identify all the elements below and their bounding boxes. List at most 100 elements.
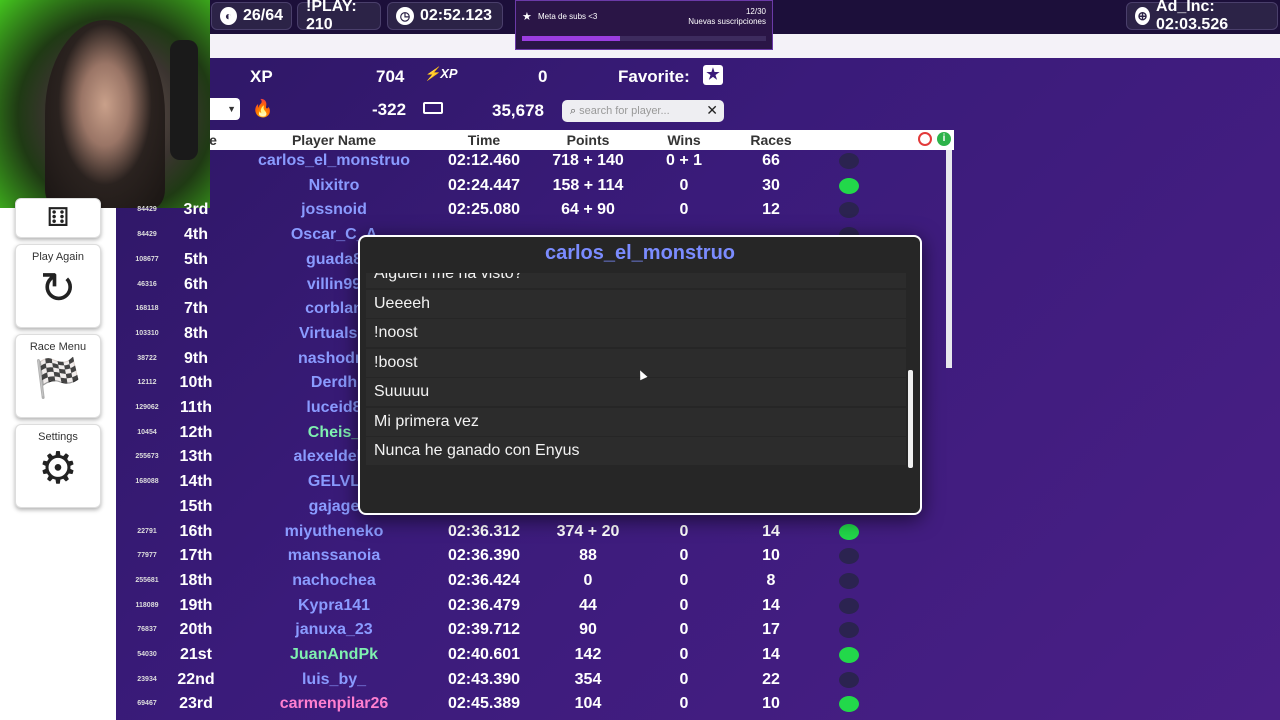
table-row[interactable]: 69467 23rd carmenpilar26 02:45.389 104 0 10 — [130, 693, 950, 717]
play-again-button[interactable]: Play Again ↻ — [15, 244, 101, 328]
table-row[interactable]: 77977 17th manssanoia 02:36.390 88 0 10 — [130, 545, 950, 569]
table-row[interactable]: Nixitro 02:24.447 158 + 114 0 30 — [130, 175, 950, 199]
row-player-name[interactable]: Kypra141 — [298, 597, 370, 615]
header-player[interactable]: Player Name — [292, 132, 376, 148]
row-rank: 17th — [179, 547, 213, 565]
play-value: !PLAY: 210 — [306, 0, 357, 33]
table-row[interactable]: 84429 3rd jossnoid 02:25.080 64 + 90 0 12 — [130, 199, 950, 223]
row-player-name[interactable]: januxa_23 — [295, 621, 372, 639]
row-points: 90 — [579, 621, 597, 639]
row-points: 64 + 90 — [561, 201, 615, 219]
row-player-name[interactable]: luceid8 — [306, 399, 361, 417]
search-input[interactable]: ⌕ search for player... ✕ — [562, 100, 724, 122]
row-player-name[interactable]: miyutheneko — [285, 523, 384, 541]
row-score: 54030 — [137, 651, 157, 658]
row-player-name[interactable]: guada8 — [306, 251, 362, 269]
chat-bubble-icon[interactable] — [839, 597, 859, 614]
header-races[interactable]: Races — [750, 132, 791, 148]
table-row[interactable]: carlos_el_monstruo 02:12.460 718 + 140 0 + … — [130, 150, 950, 174]
row-player-name[interactable]: JuanAndPk — [290, 646, 378, 664]
chat-messages: Alguien me ha visto? Ueeeeh !noost !boost Su… — [366, 273, 906, 509]
table-row[interactable]: 23934 22nd luis_by_ 02:43.390 354 0 22 — [130, 669, 950, 693]
info-icon[interactable]: i — [937, 132, 951, 146]
header-rank: e — [209, 132, 217, 148]
chat-bubble-icon[interactable] — [839, 177, 859, 194]
race-menu-button[interactable]: Race Menu 🏁 — [15, 334, 101, 418]
row-races: 14 — [762, 596, 780, 614]
row-rank: 3rd — [183, 201, 209, 219]
row-rank: 9th — [184, 349, 208, 367]
row-player-name[interactable]: villin99 — [307, 276, 361, 294]
row-player-name[interactable]: carmenpilar26 — [280, 695, 389, 713]
row-score: 255681 — [135, 576, 159, 584]
chat-bubble-icon[interactable] — [839, 572, 859, 589]
row-races: 30 — [762, 176, 780, 194]
row-wins: 0 — [679, 670, 689, 688]
chat-bubble-icon[interactable] — [839, 671, 859, 688]
row-points: 44 — [579, 596, 597, 614]
globe-icon: ⊕ — [1135, 7, 1151, 25]
table-row[interactable]: 255681 18th nachochea 02:36.424 0 0 8 — [130, 570, 950, 594]
row-wins: 0 — [679, 621, 689, 639]
dice-icon: ⚅ — [46, 202, 70, 232]
leaderboard-header: e Player Name Time Points Wins Races i — [209, 130, 954, 150]
clock-icon: ◷ — [396, 7, 414, 25]
row-races: 14 — [762, 646, 780, 663]
row-points: 158 + 114 — [552, 176, 624, 194]
header-points[interactable]: Points — [567, 132, 610, 148]
row-player-name[interactable]: nachochea — [292, 572, 376, 590]
row-rank: 21st — [179, 646, 213, 663]
chat-bubble-icon[interactable] — [839, 647, 859, 663]
row-player-name[interactable]: corblan — [305, 300, 363, 318]
star-icon: ★ — [522, 11, 532, 23]
row-player-name[interactable]: luis_by_ — [302, 671, 366, 689]
close-icon[interactable]: ✕ — [706, 102, 718, 119]
chat-message: Mi primera vez — [366, 407, 906, 436]
row-rank: 14th — [179, 473, 213, 491]
row-score: 38722 — [137, 354, 157, 362]
row-score: 10454 — [137, 428, 157, 436]
row-rank: 15th — [179, 497, 213, 515]
chat-bubble-icon[interactable] — [839, 523, 859, 540]
chat-message: Nunca he ganado con Enyus — [366, 437, 906, 465]
row-rank: 4th — [184, 226, 208, 244]
leaderboard-scrollbar[interactable] — [946, 150, 952, 368]
boost-value: 0 — [538, 67, 548, 86]
favorite-star-icon[interactable]: ★ — [703, 65, 723, 85]
row-player-name[interactable]: manssanoia — [288, 547, 380, 565]
table-row[interactable]: 54030 21st JuanAndPk 02:40.601 142 0 14 — [130, 644, 950, 668]
settings-button[interactable]: Settings ⚙ — [15, 424, 101, 508]
row-rank: 13th — [179, 448, 213, 466]
row-player-name[interactable]: Cheis_ — [308, 424, 360, 442]
row-player-name[interactable]: gajage — [309, 498, 360, 516]
fire-icon: 🔥 — [252, 99, 274, 118]
row-player-name[interactable]: Nixitro — [309, 177, 360, 195]
row-races: 66 — [762, 152, 780, 169]
row-player-name[interactable]: Derdh — [311, 374, 357, 392]
block-icon[interactable] — [918, 132, 932, 146]
header-time[interactable]: Time — [468, 132, 500, 148]
sidebar-top-button[interactable]: ⚅ — [15, 198, 101, 238]
table-row[interactable]: 22791 16th miyutheneko 02:36.312 374 + 20 0 14 — [130, 521, 950, 545]
filter-dropdown[interactable]: ▼ — [210, 98, 240, 120]
table-row[interactable]: 76837 20th januxa_23 02:39.712 90 0 17 — [130, 619, 950, 643]
row-player-name[interactable]: jossnoid — [301, 201, 367, 219]
chat-bubble-icon[interactable] — [839, 202, 859, 219]
header-wins[interactable]: Wins — [667, 132, 700, 148]
chat-bubble-icon[interactable] — [839, 696, 859, 713]
row-time: 02:24.447 — [447, 176, 521, 194]
row-time: 02:36.312 — [447, 522, 521, 540]
row-score: 69467 — [137, 700, 157, 708]
chat-bubble-icon[interactable] — [839, 153, 859, 169]
row-rank: 18th — [179, 571, 213, 589]
row-player-name[interactable]: carlos_el_monstruo — [258, 152, 410, 170]
row-player-name[interactable]: GELVL — [308, 473, 360, 491]
row-races: 10 — [762, 547, 780, 565]
chat-bubble-icon[interactable] — [839, 622, 859, 639]
popup-scrollbar[interactable] — [908, 370, 913, 468]
sub-goal-count: 12/30 — [745, 7, 766, 16]
ad-value: Ad_Inc: 02:03.526 — [1156, 0, 1229, 33]
chat-bubble-icon[interactable] — [839, 548, 859, 565]
table-row[interactable]: 118089 19th Kypra141 02:36.479 44 0 14 — [130, 595, 950, 619]
sub-goal-progress-fill — [522, 36, 620, 41]
